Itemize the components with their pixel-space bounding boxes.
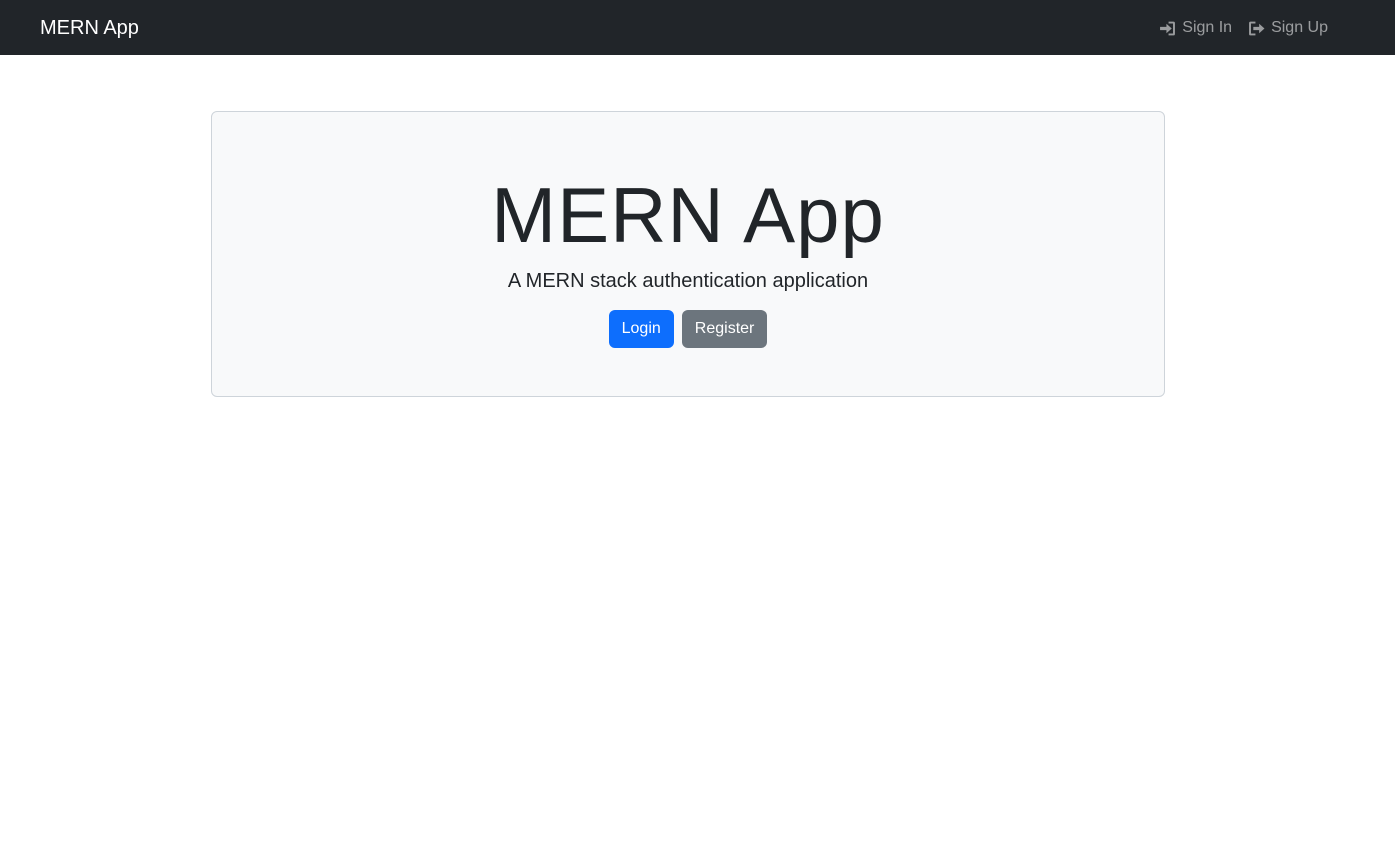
sign-in-link[interactable]: Sign In — [1159, 16, 1232, 40]
hero-actions: Login Register — [212, 310, 1164, 348]
register-button[interactable]: Register — [681, 310, 768, 348]
navbar: MERN App Sign In Sign Up — [0, 0, 1395, 55]
sign-in-label: Sign In — [1182, 19, 1233, 36]
sign-out-icon — [1248, 20, 1265, 37]
navbar-brand[interactable]: MERN App — [40, 14, 139, 42]
sign-up-label: Sign Up — [1271, 19, 1328, 36]
sign-in-icon — [1159, 20, 1176, 37]
hero-card: MERN App A MERN stack authentication app… — [211, 111, 1165, 397]
hero-title: MERN App — [491, 171, 885, 259]
sign-up-link[interactable]: Sign Up — [1248, 16, 1328, 40]
nav-links: Sign In Sign Up — [1159, 16, 1328, 40]
login-button[interactable]: Login — [608, 310, 674, 348]
hero-subtitle: A MERN stack authentication application — [507, 270, 869, 292]
